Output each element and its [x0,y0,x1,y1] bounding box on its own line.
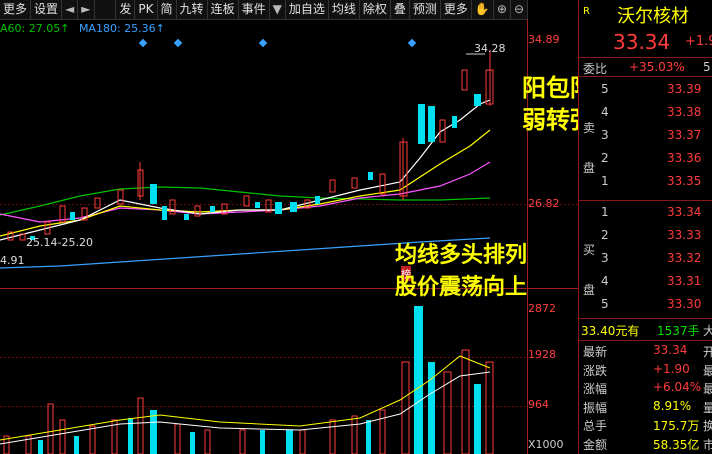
trade-direction: 大 [703,324,712,338]
weibi-value: +35.03% [629,60,685,74]
weibi-label: 委比 [583,62,608,76]
event-markers[interactable] [138,38,417,48]
stat-value: 8.91% [653,398,692,413]
volume-axis-unit: X1000 [528,438,564,451]
buy-level: 4 [601,274,609,288]
sell-level: 3 [601,128,609,142]
ma10-line [0,129,491,237]
volume-axis-top: 2872 [528,302,556,315]
buy-level: 5 [601,297,609,311]
buy-level: 3 [601,251,609,265]
sell-price: 33.35 [667,174,702,188]
sell-price: 33.37 [667,128,702,142]
stat-label: 振幅 [583,400,608,415]
stat-label: 涨跌 [583,363,608,378]
stat-extra: 最 [703,382,712,396]
stock-name: 沃尔核材 [617,6,689,27]
stat-value: 58.35亿 [653,437,700,452]
buy-level: 1 [601,205,609,219]
sell-price: 33.38 [667,105,702,119]
sell-level: 1 [601,174,609,188]
quote-panel: R 沃尔核材 33.34 +1.9 委比 +35.03% 5 卖盘 买盘 33.… [578,0,712,454]
buy-price: 33.33 [667,228,702,242]
price-axis-mid: 26.82 [528,197,560,210]
annotation-trend-line1: 均线多头排列 [395,243,528,268]
buy-level: 2 [601,228,609,242]
price-axis-top: 34.89 [528,33,560,46]
sell-label: 卖盘 [583,121,596,175]
kline-chart[interactable] [0,0,578,454]
stat-extra: 最 [703,363,712,378]
r-mark: R [583,6,590,17]
stat-extra: 开 [703,345,712,359]
stat-extra: 量 [703,400,712,415]
stat-label: 总手 [583,419,608,433]
stat-value: 33.34 [653,343,688,357]
low-label: 4.91 [0,254,25,267]
sell-level: 5 [601,82,609,96]
stat-label: 最新 [583,345,608,359]
buy-price: 33.32 [667,251,702,265]
stat-label: 涨幅 [583,382,608,396]
trade-price: 33.40元有 [581,324,640,338]
stat-value: 175.7万 [653,419,700,433]
stat-label: 金额 [583,437,608,452]
buy-price: 33.31 [667,274,702,288]
sell-level: 4 [601,105,609,119]
sell-price: 33.39 [667,82,702,96]
volume-bars [0,306,494,454]
buy-price: 33.34 [667,205,702,219]
volume-axis-low: 964 [528,398,549,411]
stat-extra: 市 [703,437,712,452]
sell-level: 2 [601,151,609,165]
annotation-trend-line2: 股价震荡向上 [395,275,528,300]
stat-value: +1.90 [653,361,690,376]
annotation-trend: 均线多头排列 股价震荡向上 [395,240,527,304]
sell-price: 33.36 [667,151,702,165]
high-price-label: 34.28 [474,42,506,55]
change-short: +1.9 [685,34,712,49]
trade-volume: 1537手 [657,324,700,338]
weibi-extra: 5 [703,60,711,74]
last-price: 33.34 [613,30,671,54]
stat-extra: 换 [703,419,712,433]
range-label: 25.14-25.20 [26,236,93,249]
stat-value: +6.04% [653,380,702,394]
buy-price: 33.30 [667,297,702,311]
volume-axis-mid: 1928 [528,348,556,361]
buy-label: 买盘 [583,243,596,297]
